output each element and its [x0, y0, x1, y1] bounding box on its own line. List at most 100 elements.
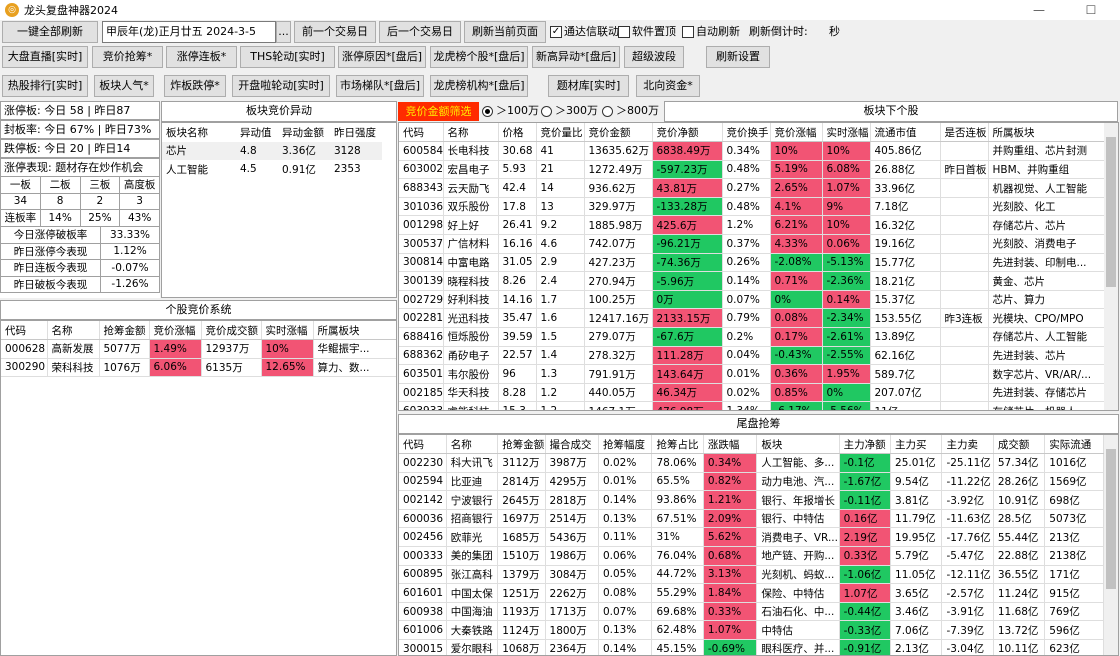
nav-button[interactable]: 市场梯队*[盘后] — [336, 75, 424, 97]
nav-button[interactable]: 刷新设置 — [706, 46, 770, 68]
column-header[interactable]: 竞价涨幅 — [770, 123, 823, 143]
column-header[interactable]: 名称 — [446, 435, 499, 455]
table-row[interactable]: 001298 好上好 26.41 9.2 1885.98万 425.6万 1.2% 6.21%… — [399, 215, 1105, 236]
column-header[interactable]: 抢筹金额 — [497, 435, 546, 455]
table-row[interactable]: 600584 长电科技 30.68 41 13635.62万 6838.49万 0.34% 1… — [399, 141, 1105, 161]
column-header[interactable]: 所属板块 — [988, 123, 1105, 143]
column-header[interactable]: 竞价净额 — [652, 123, 723, 143]
date-picker-button[interactable]: ... — [276, 21, 291, 43]
table-row[interactable]: 002594 比亚迪 2814万 4295万 0.01% 65.5% 0.82% 动力电池、汽… — [399, 472, 1104, 492]
tdx-link-checkbox[interactable]: ✓ 通达信联动 — [550, 23, 619, 41]
nav-button[interactable]: 开盘啦轮动[实时] — [232, 75, 330, 97]
table-row[interactable]: 芯片 4.8 3.36亿 3128 — [162, 141, 382, 161]
column-header[interactable]: 竞价量比 — [536, 123, 585, 143]
prev-day-button[interactable]: 前一个交易日 — [294, 21, 376, 43]
column-header[interactable]: 流通市值 — [870, 123, 941, 143]
column-header[interactable]: 抢筹占比 — [651, 435, 704, 455]
nav-button[interactable]: 竞价抢筹* — [92, 46, 163, 68]
column-header[interactable]: 抢筹金额 — [99, 321, 150, 341]
sector-stocks-scrollbar[interactable] — [1104, 123, 1118, 410]
column-header[interactable]: 撮合成交 — [545, 435, 599, 455]
tail-scrollbar[interactable] — [1104, 435, 1118, 655]
filter-800w-radio[interactable]: ＞800万 — [602, 102, 659, 120]
date-field[interactable]: 甲辰年(龙)正月廿五 2024-3-5 — [102, 21, 276, 43]
table-row[interactable]: 603002 宏昌电子 5.93 21 1272.49万 -597.23万 0.48% 5.1… — [399, 160, 1105, 180]
column-header[interactable]: 昨日强度 — [330, 123, 382, 142]
minimize-icon[interactable]: — — [1016, 0, 1062, 20]
table-row[interactable]: 300290 荣科科技 1076万 6.06% 6135万 12.65% 算力、数... — [1, 358, 396, 378]
column-header[interactable]: 所属板块 — [313, 321, 396, 341]
column-header[interactable]: 代码 — [399, 123, 444, 143]
column-header[interactable]: 板块 — [756, 435, 840, 455]
table-row[interactable]: 601006 大秦铁路 1124万 1800万 0.13% 62.48% 1.07% 中特估 -… — [399, 620, 1104, 641]
column-header[interactable]: 是否连板 — [940, 123, 989, 143]
maximize-icon[interactable]: ☐ — [1068, 0, 1114, 20]
table-row[interactable]: 人工智能 4.5 0.91亿 2353 — [162, 160, 382, 179]
table-row[interactable]: 603933睿能科技15.31.21467.1万476.98万1.34%-6.1… — [399, 401, 1105, 410]
nav-button[interactable]: 大盘直播[实时] — [2, 46, 88, 68]
column-header[interactable]: 板块名称 — [162, 123, 236, 142]
column-header[interactable]: 主力买 — [890, 435, 943, 455]
refresh-page-button[interactable]: 刷新当前页面 — [464, 21, 546, 43]
table-row[interactable]: 300814 中富电路 31.05 2.9 427.23万 -74.36万 0.26% -2.… — [399, 253, 1105, 273]
column-header[interactable]: 主力卖 — [941, 435, 994, 455]
next-day-button[interactable]: 后一个交易日 — [379, 21, 461, 43]
table-row[interactable]: 300139 晓程科技 8.26 2.4 270.94万 -5.96万 0.14% 0.71%… — [399, 271, 1105, 291]
column-header[interactable]: 成交额 — [993, 435, 1046, 455]
table-row[interactable]: 002230 科大讯飞 3112万 3987万 0.02% 78.06% 0.34% 人工智能… — [399, 453, 1104, 473]
nav-button[interactable]: THS轮动[实时] — [240, 46, 335, 68]
refresh-all-button[interactable]: 一键全部刷新 — [2, 21, 98, 43]
column-header[interactable]: 价格 — [498, 123, 537, 143]
column-header[interactable]: 异动值 — [236, 123, 278, 142]
scroll-thumb[interactable] — [1106, 449, 1116, 589]
column-header[interactable]: 竞价金额 — [584, 123, 653, 143]
table-row[interactable]: 688416 恒烁股份 39.59 1.5 279.07万 -67.6万 0.2% 0.17%… — [399, 327, 1105, 347]
scroll-thumb[interactable] — [1106, 137, 1116, 287]
table-row[interactable]: 000333 美的集团 1510万 1986万 0.06% 76.04% 0.68% 地产链、… — [399, 546, 1104, 566]
nav-button[interactable]: 板块人气* — [94, 75, 154, 97]
column-header[interactable]: 名称 — [47, 321, 100, 341]
table-row[interactable]: 688343 云天励飞 42.4 14 936.62万 43.81万 0.27% 2.65% 1… — [399, 178, 1105, 198]
column-header[interactable]: 主力净额 — [839, 435, 892, 455]
table-row[interactable]: 002281 光迅科技 35.47 1.6 12417.16万 2133.15万 0.79%… — [399, 308, 1105, 329]
nav-button[interactable]: 龙虎榜机构*[盘后] — [430, 75, 528, 97]
table-row[interactable]: 002456 欧菲光 1685万 5436万 0.11% 31% 5.62% 消费电子、VR.… — [399, 527, 1104, 548]
nav-button[interactable]: 超级波段 — [624, 46, 684, 68]
column-header[interactable]: 异动金额 — [278, 123, 330, 142]
column-header[interactable]: 实际流通 — [1044, 435, 1104, 455]
column-header[interactable]: 代码 — [1, 321, 48, 341]
nav-button[interactable]: 龙虎榜个股*[盘后] — [430, 46, 528, 68]
nav-button[interactable]: 炸板跌停* — [164, 75, 226, 97]
column-header[interactable]: 抢筹幅度 — [598, 435, 653, 455]
top-most-checkbox[interactable]: 软件置顶 — [618, 23, 676, 41]
nav-button[interactable]: 新高异动*[盘后] — [532, 46, 620, 68]
table-row[interactable]: 002185 华天科技 8.28 1.2 440.05万 46.34万 0.02% 0.85%… — [399, 383, 1105, 403]
table-row[interactable]: 688362 甬矽电子 22.57 1.4 278.32万 111.28万 0.04% -0.… — [399, 346, 1105, 366]
table-row[interactable]: 000628 高新发展 5077万 1.49% 12937万 10% 华鲲振宇... — [1, 339, 396, 359]
nav-button[interactable]: 题材库[实时] — [548, 75, 629, 97]
table-row[interactable]: 600036 招商银行 1697万 2514万 0.13% 67.51% 2.09% 银行、中… — [399, 509, 1104, 529]
table-row[interactable]: 603501 韦尔股份 96 1.3 791.91万 143.64万 0.01% 0.36% 1… — [399, 364, 1105, 384]
table-row[interactable]: 300015 爱尔眼科 1068万 2364万 0.14% 45.15% -0.69% 眼科医… — [399, 639, 1104, 655]
table-row[interactable]: 002729 好利科技 14.16 1.7 100.25万 0万 0.07% 0% 0.14% 1… — [399, 290, 1105, 310]
table-row[interactable]: 600895 张江高科 1379万 3084万 0.05% 44.72% 3.13% 光刻机、… — [399, 565, 1104, 585]
column-header[interactable]: 涨跌幅 — [703, 435, 758, 455]
nav-button[interactable]: 北向资金* — [636, 75, 700, 97]
table-row[interactable]: 002142 宁波银行 2645万 2818万 0.14% 93.86% 1.21% 银行、年… — [399, 490, 1104, 510]
table-row[interactable]: 601601 中国太保 1251万 2262万 0.08% 55.29% 1.84% 保险、中… — [399, 583, 1104, 603]
table-row[interactable]: 600938 中国海油 1193万 1713万 0.07% 69.68% 0.33% 石油石化… — [399, 602, 1104, 622]
column-header[interactable]: 竞价成交额 — [201, 321, 262, 341]
filter-100w-radio[interactable]: ＞100万 — [482, 102, 539, 120]
auto-refresh-checkbox[interactable]: 自动刷新 — [682, 23, 740, 41]
column-header[interactable]: 名称 — [443, 123, 499, 143]
column-header[interactable]: 实时涨幅 — [822, 123, 871, 143]
filter-300w-radio[interactable]: ＞300万 — [541, 102, 598, 120]
nav-button[interactable]: 涨停原因*[盘后] — [338, 46, 426, 68]
table-row[interactable]: 300537 广信材料 16.16 4.6 742.07万 -96.21万 0.37% 4.3… — [399, 234, 1105, 254]
column-header[interactable]: 竞价换手 — [722, 123, 771, 143]
table-row[interactable]: 301036 双乐股份 17.8 13 329.97万 -133.28万 0.48% 4.1%… — [399, 197, 1105, 217]
column-header[interactable]: 代码 — [399, 435, 447, 455]
nav-button[interactable]: 热股排行[实时] — [2, 75, 88, 97]
nav-button[interactable]: 涨停连板* — [166, 46, 237, 68]
column-header[interactable]: 竞价涨幅 — [149, 321, 202, 341]
